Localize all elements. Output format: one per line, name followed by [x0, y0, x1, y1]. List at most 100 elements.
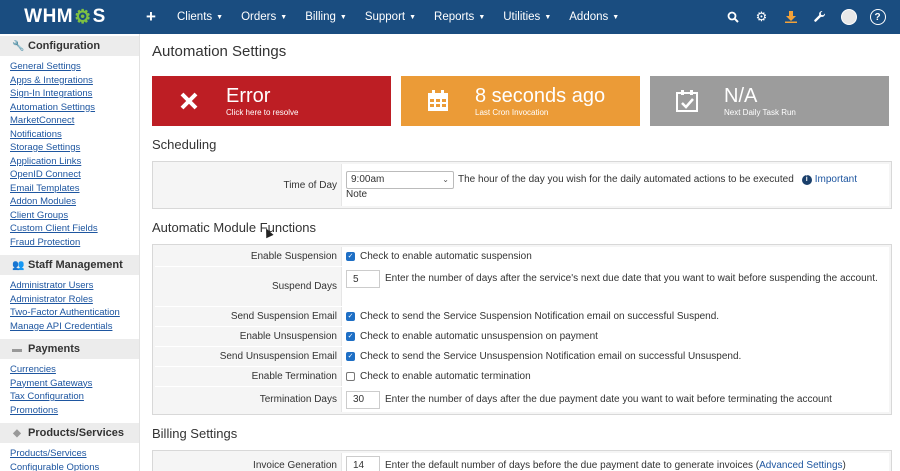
sidebar-link-custom-client-fields[interactable]: Custom Client Fields	[10, 222, 139, 236]
row-send-unsuspension-email: Send Unsuspension Email ✓ Check to send t…	[155, 347, 889, 367]
stat-text: Error Click here to resolve	[226, 85, 298, 117]
top-icons: ⚙ ?	[718, 0, 892, 34]
sidebar-link-marketconnect[interactable]: MarketConnect	[10, 114, 139, 128]
sidebar-link-tax-configuration[interactable]: Tax Configuration	[10, 390, 139, 404]
row-enable-suspension: Enable Suspension ✓ Check to enable autom…	[155, 247, 889, 267]
enable-suspension-checkbox[interactable]: ✓	[346, 252, 355, 261]
stat-value: 8 seconds ago	[475, 85, 606, 107]
caret-down-icon: ▼	[339, 13, 347, 21]
calendar-check-icon	[650, 76, 724, 126]
avatar[interactable]	[834, 0, 863, 34]
termination-days-input[interactable]: 30	[346, 390, 380, 409]
row-termination-days: Termination Days 30 Enter the number of d…	[155, 387, 889, 412]
sidebar: 🔧 Configuration General Settings Apps & I…	[0, 34, 140, 471]
caret-down-icon: ▼	[544, 13, 552, 21]
nav-label: Clients	[177, 11, 213, 23]
section-title-scheduling: Scheduling	[152, 137, 217, 152]
sidebar-link-storage-settings[interactable]: Storage Settings	[10, 141, 139, 155]
invoice-generation-field: 14 Enter the default number of days befor…	[341, 453, 889, 471]
sidebar-heading-label: Configuration	[28, 40, 101, 52]
sidebar-link-addon-modules[interactable]: Addon Modules	[10, 195, 139, 209]
row-enable-unsuspension: Enable Unsuspension ✓ Check to enable aut…	[155, 327, 889, 347]
sidebar-link-manage-api-credentials[interactable]: Manage API Credentials	[10, 320, 139, 334]
sidebar-link-administrator-roles[interactable]: Administrator Roles	[10, 293, 139, 307]
info-icon: i	[801, 174, 812, 185]
suspend-days-input[interactable]: 5	[346, 270, 380, 288]
sidebar-link-notifications[interactable]: Notifications	[10, 128, 139, 142]
nav-label: Reports	[434, 11, 475, 23]
nav-label: Support	[364, 11, 406, 23]
help-icon[interactable]: ?	[863, 0, 892, 34]
sidebar-link-openid-connect[interactable]: OpenID Connect	[10, 168, 139, 182]
add-new-icon[interactable]: +	[140, 7, 162, 27]
nav-clients[interactable]: Clients ▼	[168, 0, 232, 34]
sidebar-link-general-settings[interactable]: General Settings	[10, 60, 139, 74]
caret-down-icon: ▼	[409, 13, 417, 21]
nav-orders[interactable]: Orders ▼	[232, 0, 296, 34]
time-of-day-select[interactable]: 9:00am ⌄	[346, 170, 454, 189]
sidebar-link-promotions[interactable]: Promotions	[10, 404, 139, 418]
sidebar-link-sign-in-integrations[interactable]: Sign-In Integrations	[10, 87, 139, 101]
page-title: Automation Settings	[152, 43, 287, 60]
avatar-circle	[840, 9, 857, 25]
nav-label: Billing	[305, 11, 336, 23]
stat-last-cron[interactable]: 8 seconds ago Last Cron Invocation	[401, 76, 640, 126]
nav-addons[interactable]: Addons ▼	[560, 0, 628, 34]
caret-down-icon: ▼	[478, 13, 486, 21]
sidebar-link-automation-settings[interactable]: Automation Settings	[10, 101, 139, 115]
nav-label: Addons	[569, 11, 609, 23]
download-icon[interactable]	[776, 0, 805, 34]
main-nav: Clients ▼ Orders ▼ Billing ▼ Support ▼ Repor…	[168, 0, 628, 34]
enable-termination-label: Enable Termination	[251, 371, 337, 382]
advanced-settings-link[interactable]: Advanced Settings	[759, 460, 842, 471]
sidebar-links-payments: Currencies Payment Gateways Tax Configur…	[0, 359, 139, 421]
cube-icon: ◆	[13, 427, 21, 439]
time-of-day-label: Time of Day	[283, 179, 337, 191]
sidebar-link-two-factor-auth[interactable]: Two-Factor Authentication	[10, 306, 139, 320]
enable-termination-checkbox[interactable]	[346, 372, 355, 381]
invoice-generation-label: Invoice Generation	[253, 459, 337, 471]
logo-gear-icon: ⚙	[74, 6, 92, 28]
search-icon[interactable]	[718, 0, 747, 34]
nav-reports[interactable]: Reports ▼	[425, 0, 494, 34]
sidebar-heading-label: Payments	[28, 343, 80, 355]
whmcs-logo[interactable]: WHM ⚙ S	[0, 0, 130, 34]
important-note-link-cont[interactable]: Note	[346, 189, 885, 200]
stat-text: 8 seconds ago Last Cron Invocation	[475, 85, 605, 117]
stat-value: Error	[226, 85, 271, 107]
invoice-generation-input[interactable]: 14	[346, 456, 380, 471]
nav-utilities[interactable]: Utilities ▼	[494, 0, 560, 34]
stat-caption: Click here to resolve	[226, 108, 299, 117]
sidebar-links-staff: Administrator Users Administrator Roles …	[0, 275, 139, 337]
sidebar-link-email-templates[interactable]: Email Templates	[10, 182, 139, 196]
send-unsuspension-email-checkbox[interactable]: ✓	[346, 352, 355, 361]
sidebar-link-payment-gateways[interactable]: Payment Gateways	[10, 377, 139, 391]
send-suspension-email-checkbox[interactable]: ✓	[346, 312, 355, 321]
sidebar-link-currencies[interactable]: Currencies	[10, 363, 139, 377]
logo-text-right: S	[92, 6, 106, 27]
sidebar-link-client-groups[interactable]: Client Groups	[10, 209, 139, 223]
nav-support[interactable]: Support ▼	[356, 0, 425, 34]
enable-unsuspension-checkbox[interactable]: ✓	[346, 332, 355, 341]
nav-billing[interactable]: Billing ▼	[296, 0, 356, 34]
enable-unsuspension-label: Enable Unsuspension	[239, 331, 337, 342]
caret-down-icon: ▼	[612, 13, 620, 21]
enable-unsuspension-field: ✓ Check to enable automatic unsuspension …	[341, 327, 889, 346]
sidebar-link-administrator-users[interactable]: Administrator Users	[10, 279, 139, 293]
stat-error[interactable]: Error Click here to resolve	[152, 76, 391, 126]
suspend-days-text: Enter the number of days after the servi…	[385, 273, 878, 284]
stat-next-daily-task[interactable]: N/A Next Daily Task Run	[650, 76, 889, 126]
termination-days-text: Enter the number of days after the due p…	[385, 394, 832, 405]
sidebar-link-configurable-options[interactable]: Configurable Options	[10, 461, 139, 471]
sidebar-link-application-links[interactable]: Application Links	[10, 155, 139, 169]
send-unsuspension-email-label: Send Unsuspension Email	[219, 351, 337, 362]
wrench-icon[interactable]	[805, 0, 834, 34]
important-note-link[interactable]: Important	[815, 174, 857, 185]
time-of-day-field: 9:00am ⌄ The hour of the day you wish for…	[341, 164, 889, 206]
row-suspend-days: Suspend Days 5 Enter the number of days a…	[155, 267, 889, 307]
gears-icon[interactable]: ⚙	[747, 0, 776, 34]
sidebar-link-products-services[interactable]: Products/Services	[10, 447, 139, 461]
stat-value: N/A	[724, 85, 758, 107]
sidebar-link-apps-integrations[interactable]: Apps & Integrations	[10, 74, 139, 88]
sidebar-link-fraud-protection[interactable]: Fraud Protection	[10, 236, 139, 250]
